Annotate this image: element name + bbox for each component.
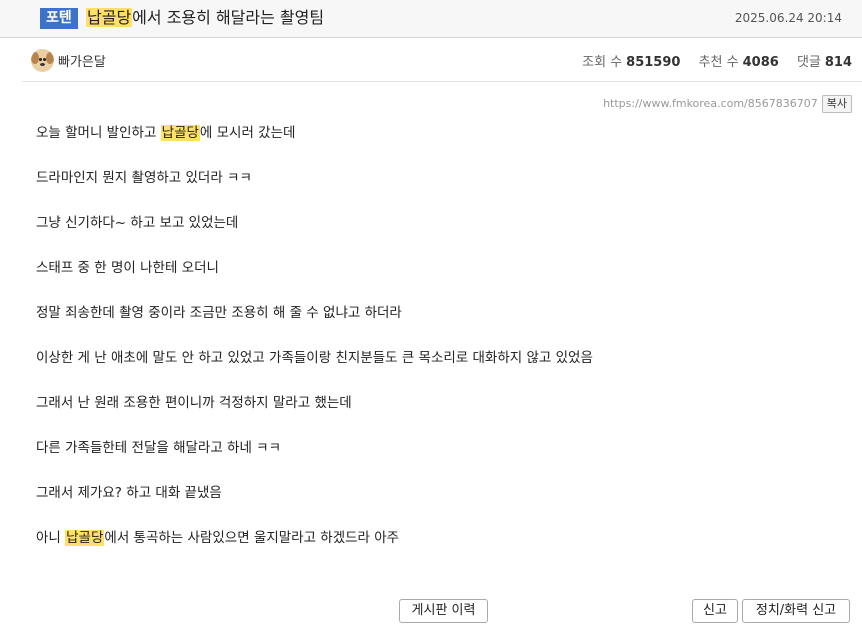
copy-url-button[interactable]: 복사	[821, 94, 852, 113]
post-paragraph: 드라마인지 뭔지 촬영하고 있더라 ㅋㅋ	[36, 168, 836, 213]
board-history-button[interactable]: 게시판 이력	[399, 599, 488, 623]
post-date: 2025.06.24 20:14	[734, 11, 842, 25]
keyword-highlight: 납골당	[65, 530, 105, 546]
post-paragraph: 그냥 신기하다~ 하고 보고 있었는데	[36, 213, 836, 258]
views-stat: 조회 수 851590	[582, 55, 680, 70]
permalink-row: https://www.fmkorea.com/8567836707 복사	[603, 93, 852, 113]
views-count: 851590	[626, 55, 681, 70]
author-nickname[interactable]: 빠가은달	[58, 51, 106, 70]
paragraph-text: 오늘 할머니 발인하고	[36, 125, 161, 141]
paragraph-text: 아니	[36, 530, 66, 546]
comments-label: 댓글	[796, 55, 821, 70]
paragraph-text: 드라마인지 뭔지 촬영하고 있더라 ㅋㅋ	[36, 170, 252, 186]
post-stats: 조회 수 851590 추천 수 4086 댓글 814	[568, 51, 852, 70]
paragraph-text: 다른 가족들한테 전달을 해달라고 하네 ㅋㅋ	[36, 440, 282, 456]
post-paragraph: 스태프 중 한 명이 나한테 오더니	[36, 258, 836, 303]
paragraph-text: 그냥 신기하다~ 하고 보고 있었는데	[36, 215, 239, 231]
comments-stat[interactable]: 댓글 814	[797, 55, 852, 70]
post-paragraph: 그래서 제가요? 하고 대화 끝냈음	[36, 483, 836, 528]
report-button[interactable]: 신고	[692, 599, 738, 623]
title-text: 에서 조용히 해달라는 촬영팀	[132, 8, 325, 27]
title-highlight: 납골당	[86, 8, 133, 27]
post-paragraph: 아니 납골당에서 통곡하는 사람있으면 울지말라고 하겠드라 아주	[36, 528, 836, 573]
votes-label: 추천 수	[698, 55, 739, 70]
paragraph-text-tail: 에 모시러 갔는데	[199, 125, 296, 141]
post-paragraph: 그래서 난 원래 조용한 편이니까 걱정하지 말라고 했는데	[36, 393, 836, 438]
keyword-highlight: 납골당	[160, 125, 200, 141]
puppy-avatar-icon[interactable]	[31, 49, 54, 72]
comments-count: 814	[824, 55, 852, 70]
paragraph-text: 정말 죄송한데 촬영 중이라 조금만 조용히 해 줄 수 없냐고 하더라	[36, 305, 402, 321]
paragraph-text: 이상한 게 난 애초에 말도 안 하고 있었고 가족들이랑 친지분들도 큰 목소…	[36, 350, 593, 366]
category-badge[interactable]: 포텐	[40, 8, 78, 29]
post-body: 오늘 할머니 발인하고 납골당에 모시러 갔는데 드라마인지 뭔지 촬영하고 있더…	[36, 123, 836, 573]
post-title: 납골당에서 조용히 해달라는 촬영팀	[86, 7, 324, 29]
post-paragraph: 오늘 할머니 발인하고 납골당에 모시러 갔는데	[36, 123, 836, 168]
post-paragraph: 다른 가족들한테 전달을 해달라고 하네 ㅋㅋ	[36, 438, 836, 483]
permalink-url[interactable]: https://www.fmkorea.com/8567836707	[603, 97, 818, 110]
paragraph-text: 그래서 제가요? 하고 대화 끝냈음	[36, 485, 222, 501]
paragraph-text: 스태프 중 한 명이 나한테 오더니	[36, 260, 219, 276]
politics-report-button[interactable]: 정치/화력 신고	[742, 599, 850, 623]
post-paragraph: 정말 죄송한데 촬영 중이라 조금만 조용히 해 줄 수 없냐고 하더라	[36, 303, 836, 348]
post-paragraph: 이상한 게 난 애초에 말도 안 하고 있었고 가족들이랑 친지분들도 큰 목소…	[36, 348, 836, 393]
paragraph-text: 그래서 난 원래 조용한 편이니까 걱정하지 말라고 했는데	[36, 395, 352, 411]
votes-stat: 추천 수 4086	[699, 55, 779, 70]
post-meta-bar: 빠가은달 조회 수 851590 추천 수 4086 댓글 814	[22, 40, 862, 82]
votes-count: 4086	[742, 55, 779, 70]
paragraph-text-tail: 에서 통곡하는 사람있으면 울지말라고 하겠드라 아주	[104, 530, 400, 546]
views-label: 조회 수	[582, 55, 623, 70]
post-title-bar: 포텐 납골당에서 조용히 해달라는 촬영팀 2025.06.24 20:14	[0, 0, 862, 38]
